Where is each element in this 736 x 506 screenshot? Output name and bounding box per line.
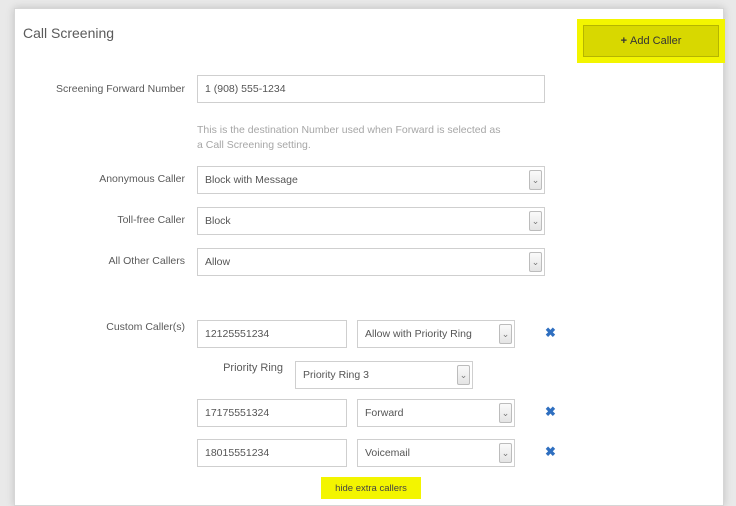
custom-caller-number-3[interactable]: 18015551234 [197,439,347,467]
screening-forward-help: This is the destination Number used when… [197,123,557,153]
custom-caller-action-select-3[interactable]: Voicemail ⌄ [357,439,515,467]
custom-caller-action-3: Voicemail [365,447,410,459]
add-caller-button[interactable]: + Add Caller [583,25,719,57]
hide-extra-callers-link[interactable]: hide extra callers [321,477,421,499]
toll-free-caller-value: Block [205,215,231,227]
chevron-down-icon: ⌄ [499,324,512,344]
call-screening-panel: Call Screening + Add Caller Screening Fo… [14,8,725,506]
chevron-down-icon: ⌄ [457,365,470,385]
custom-caller-action-select-2[interactable]: Forward ⌄ [357,399,515,427]
custom-callers-label: Custom Caller(s) [106,321,185,333]
remove-caller-icon[interactable]: ✖ [545,444,556,460]
anonymous-caller-value: Block with Message [205,174,298,186]
toll-free-caller-label: Toll-free Caller [117,214,185,226]
anonymous-caller-select[interactable]: Block with Message ⌄ [197,166,545,194]
remove-caller-icon[interactable]: ✖ [545,404,556,420]
priority-ring-label: Priority Ring [223,362,283,374]
chevron-down-icon: ⌄ [529,252,542,272]
custom-caller-number-2[interactable]: 17175551324 [197,399,347,427]
add-caller-label: Add Caller [630,35,682,47]
chevron-down-icon: ⌄ [499,443,512,463]
all-other-callers-select[interactable]: Allow ⌄ [197,248,545,276]
custom-caller-action-1: Allow with Priority Ring [365,328,472,340]
priority-ring-value: Priority Ring 3 [303,369,369,381]
remove-caller-icon[interactable]: ✖ [545,325,556,341]
all-other-callers-label: All Other Callers [108,255,185,267]
plus-icon: + [620,35,628,47]
chevron-down-icon: ⌄ [529,170,542,190]
priority-ring-select[interactable]: Priority Ring 3 ⌄ [295,361,473,389]
screening-forward-input[interactable]: 1 (908) 555-1234 [197,75,545,103]
help-line-2: a Call Screening setting. [197,139,311,151]
custom-caller-number-1[interactable]: 12125551234 [197,320,347,348]
anonymous-caller-label: Anonymous Caller [99,173,185,185]
help-line-1: This is the destination Number used when… [197,124,501,136]
screening-forward-label: Screening Forward Number [56,83,185,95]
all-other-callers-value: Allow [205,256,231,268]
add-caller-highlight: + Add Caller [577,19,725,63]
chevron-down-icon: ⌄ [529,211,542,231]
chevron-down-icon: ⌄ [499,403,512,423]
custom-caller-action-select-1[interactable]: Allow with Priority Ring ⌄ [357,320,515,348]
page-title: Call Screening [23,25,115,41]
custom-caller-action-2: Forward [365,407,404,419]
toll-free-caller-select[interactable]: Block ⌄ [197,207,545,235]
